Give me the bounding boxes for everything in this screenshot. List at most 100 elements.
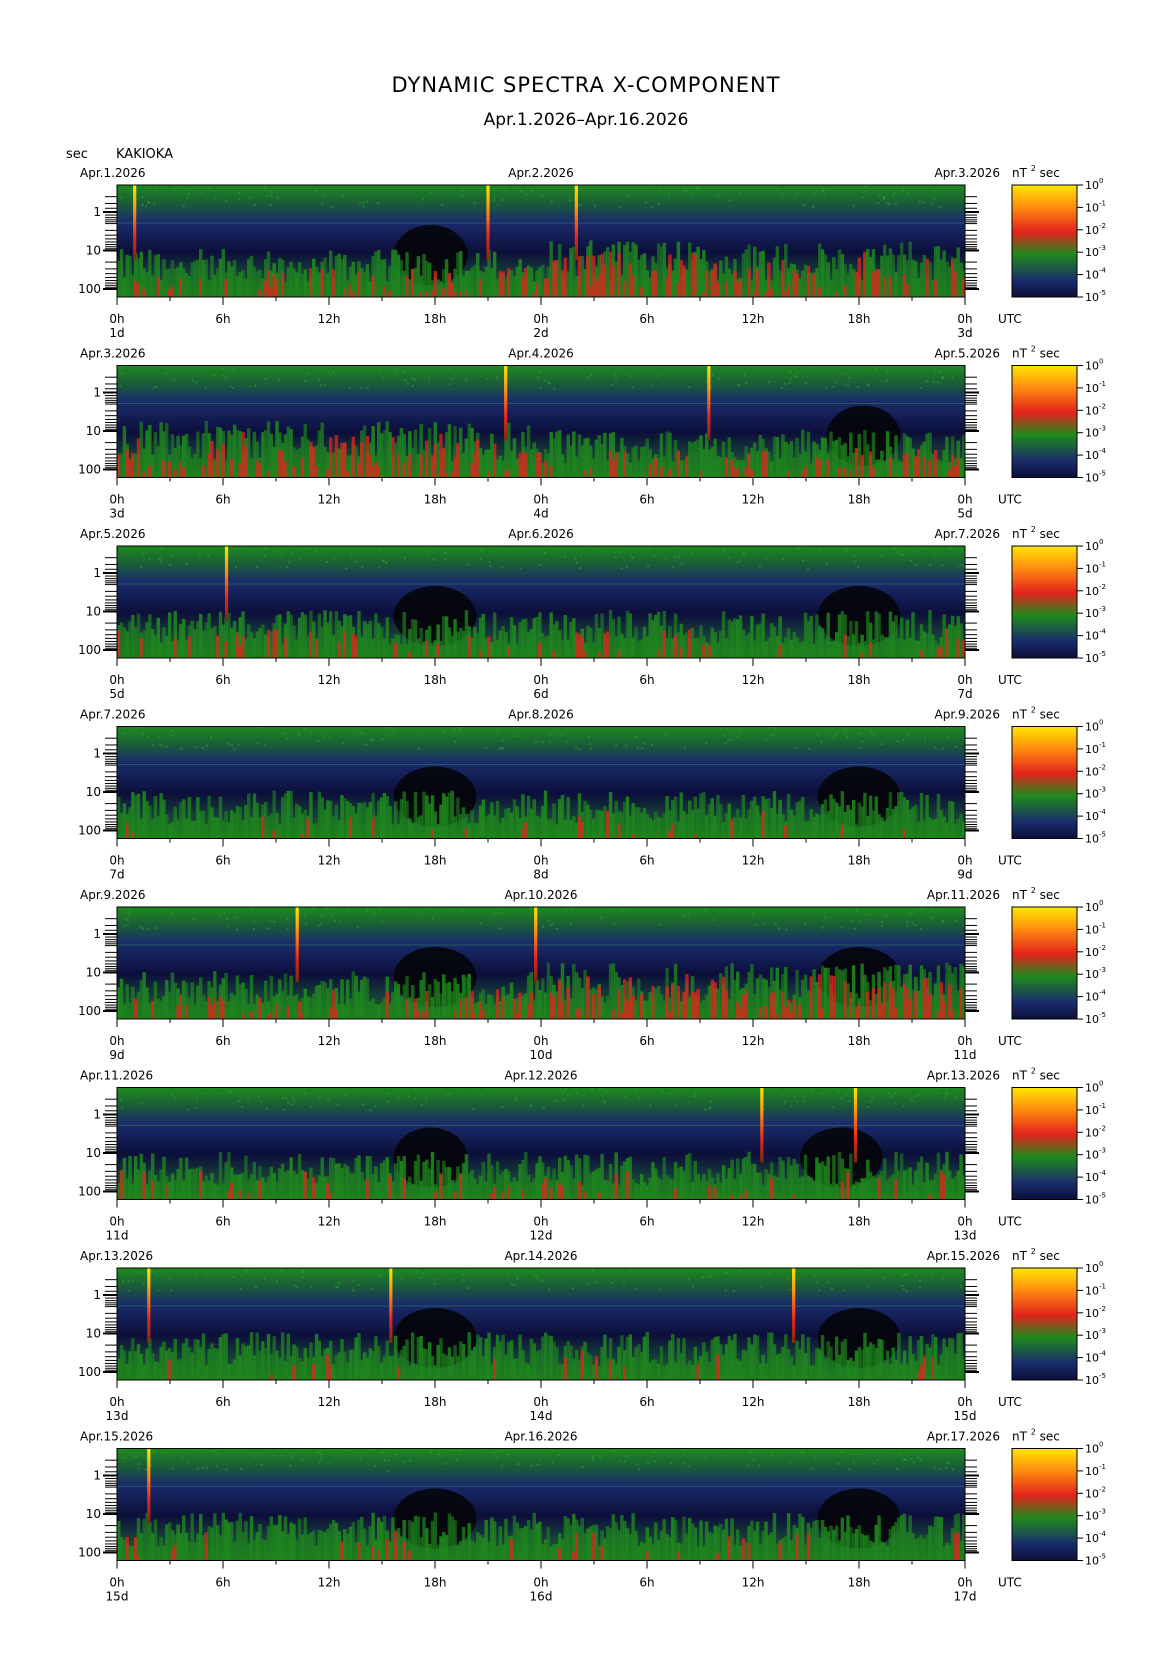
noise-speckle [821, 926, 824, 929]
x-tick-label: 12h [318, 1215, 341, 1229]
noise-speckle [494, 1451, 497, 1454]
x-tick-label: 12h [318, 1576, 341, 1590]
noise-speckle [852, 1461, 855, 1464]
x-tick-label: 18h [424, 854, 447, 868]
noise-speckle [586, 186, 589, 189]
y-tick-label: 10 [86, 966, 101, 980]
noise-speckle [902, 739, 905, 742]
noise-speckle [553, 729, 556, 732]
noise-speckle [916, 550, 919, 553]
noise-speckle [449, 909, 452, 912]
noise-speckle [924, 737, 927, 740]
noise-speckle [894, 908, 897, 911]
colorbar-tick-label: 10-2 [1085, 1124, 1106, 1139]
noise-speckle [212, 1450, 215, 1453]
noise-speckle [587, 1283, 590, 1286]
noise-speckle [625, 1455, 628, 1458]
noise-speckle [161, 908, 164, 911]
noise-speckle [713, 548, 716, 551]
noise-speckle [330, 914, 333, 917]
noise-speckle [933, 746, 936, 749]
x-tick-label: 18h [424, 1576, 447, 1590]
noise-speckle [254, 384, 257, 387]
noise-speckle [784, 1101, 787, 1104]
noise-speckle [657, 375, 660, 378]
noise-speckle [272, 550, 275, 553]
noise-speckle [704, 1108, 707, 1111]
x-tick-label: 0h [957, 673, 972, 687]
day-label: 9d [957, 868, 972, 882]
noise-speckle [402, 1461, 405, 1464]
noise-speckle [863, 1269, 866, 1272]
colorbar-tick-label: 10-5 [1085, 1192, 1106, 1207]
noise-speckle [352, 1279, 355, 1282]
noise-speckle [599, 1456, 602, 1459]
noise-speckle [238, 191, 241, 194]
y-tick-label: 10 [86, 1327, 101, 1341]
noise-speckle [861, 740, 864, 743]
noise-speckle [723, 734, 726, 737]
noise-speckle [128, 908, 131, 911]
noise-speckle [228, 1089, 231, 1092]
noise-speckle [934, 735, 937, 738]
noise-speckle [280, 1454, 283, 1457]
noise-speckle [420, 368, 423, 371]
noise-speckle [444, 1462, 447, 1465]
noise-speckle [917, 1093, 920, 1096]
noise-speckle [135, 1455, 138, 1458]
x-tick-label: 12h [742, 1034, 765, 1048]
colorbar-tick-label: 10-3 [1085, 244, 1106, 259]
noise-speckle [643, 742, 646, 745]
noise-speckle [337, 1282, 340, 1285]
noise-speckle [754, 923, 757, 926]
x-tick-label: 12h [742, 854, 765, 868]
noise-speckle [366, 200, 369, 203]
noise-speckle [880, 554, 883, 557]
noise-speckle [835, 381, 838, 384]
noise-speckle [931, 1273, 934, 1276]
date-label-left: Apr.3.2026 [80, 347, 145, 361]
colorbar-tick-label: 10-4 [1085, 989, 1107, 1004]
y-unit-label: sec [66, 147, 88, 162]
noise-speckle [931, 916, 934, 919]
noise-speckle [839, 1450, 842, 1453]
noise-speckle [654, 555, 657, 558]
colorbar-tick-label: 10-4 [1085, 1530, 1107, 1545]
noise-speckle [724, 742, 727, 745]
noise-speckle [429, 191, 432, 194]
noise-speckle [886, 201, 889, 204]
noise-speckle [917, 1456, 920, 1459]
noise-speckle [317, 378, 320, 381]
noise-speckle [293, 1100, 296, 1103]
noise-speckle [540, 195, 543, 198]
day-label: 5d [109, 687, 124, 701]
noise-speckle [815, 1281, 818, 1284]
noise-speckle [785, 928, 788, 931]
x-tick-label: 18h [848, 1215, 871, 1229]
date-label-mid: Apr.2.2026 [508, 166, 573, 180]
noise-speckle [921, 908, 924, 911]
colorbar-tick-label: 10-1 [1085, 1463, 1106, 1478]
noise-speckle [802, 1096, 805, 1099]
x-tick-label: 6h [215, 854, 230, 868]
noise-speckle [269, 190, 272, 193]
x-tick-label: 6h [215, 1034, 230, 1048]
noise-speckle [831, 1106, 834, 1109]
noise-speckle [906, 192, 909, 195]
x-tick-label: 6h [215, 1395, 230, 1409]
noise-speckle [310, 1105, 313, 1108]
noise-speckle [857, 565, 860, 568]
noise-speckle [337, 1286, 340, 1289]
x-tick-label: 0h [957, 854, 972, 868]
date-label-mid: Apr.6.2026 [508, 527, 573, 541]
noise-speckle [615, 743, 618, 746]
noise-speckle [630, 555, 633, 558]
colorbar [1011, 906, 1078, 1020]
noise-speckle [786, 1277, 789, 1280]
spectrogram-image [117, 726, 965, 839]
noise-speckle [226, 925, 229, 928]
noise-speckle [529, 1104, 532, 1107]
noise-speckle [887, 1091, 890, 1094]
noise-speckle [174, 1096, 177, 1099]
colorbar-unit: nT 2 sec [1012, 706, 1060, 722]
